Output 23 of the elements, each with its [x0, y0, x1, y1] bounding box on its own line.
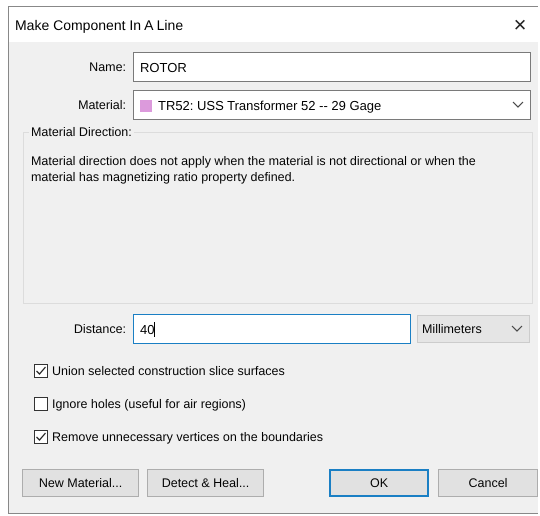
- dialog-button[interactable]: New Material...: [22, 469, 139, 497]
- checkbox-label: Union selected construction slice surfaces: [52, 364, 285, 378]
- checkbox-label: Ignore holes (useful for air regions): [52, 396, 246, 410]
- distance-label: Distance:: [72, 322, 127, 336]
- checkbox[interactable]: [34, 364, 48, 378]
- material-dropdown[interactable]: TR52: USS Transformer 52 -- 29 Gage: [133, 90, 531, 120]
- unit-dropdown[interactable]: Millimeters: [417, 315, 530, 343]
- dialog-button[interactable]: Cancel: [438, 469, 538, 497]
- dialog-button[interactable]: OK: [329, 469, 429, 497]
- checkbox-label: Remove unnecessary vertices on the boundaries: [52, 430, 323, 444]
- name-field[interactable]: ROTOR: [133, 52, 531, 82]
- material-label: Material:: [77, 98, 127, 112]
- window-title: Make Component In A Line: [15, 16, 184, 32]
- chevron-down-icon: [512, 101, 524, 109]
- dialog-button[interactable]: Detect & Heal...: [147, 469, 264, 497]
- name-label: Name:: [88, 60, 127, 74]
- group-title: Material Direction:: [29, 125, 134, 139]
- distance-field[interactable]: 40: [133, 314, 411, 344]
- checkbox[interactable]: [34, 430, 48, 444]
- group-description: Material direction does not apply when the material is not directional or when the material has magnetizing ratio property defined.: [31, 153, 477, 185]
- close-button[interactable]: ×: [502, 12, 538, 38]
- chevron-down-icon: [511, 325, 523, 333]
- checkbox[interactable]: [34, 396, 48, 410]
